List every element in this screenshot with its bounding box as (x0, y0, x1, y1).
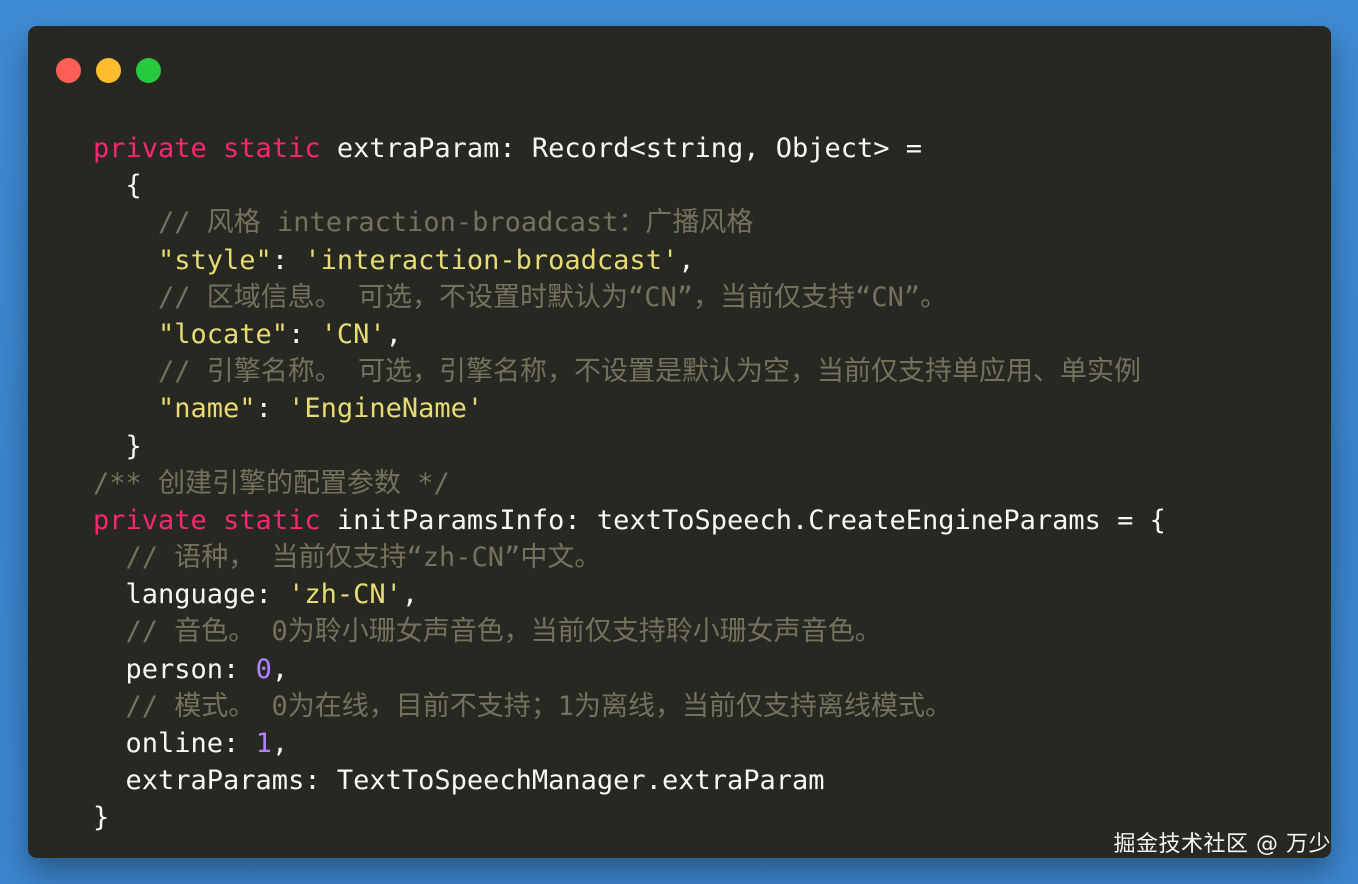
code-line: private static initParamsInfo: textToSpe… (93, 502, 1166, 539)
code-token: "locate" (93, 318, 289, 350)
code-token: : (255, 393, 289, 425)
code-line: "style": 'interaction-broadcast', (93, 242, 1166, 279)
code-token: // 音色。 0为聆小珊女声音色，当前仅支持聆小珊女声音色。 (93, 616, 882, 648)
code-line: // 模式。 0为在线，目前不支持；1为离线，当前仅支持离线模式。 (93, 688, 1166, 725)
code-token: // 区域信息。 可选，不设置时默认为“CN”，当前仅支持“CN”。 (93, 281, 948, 313)
code-token: online: (93, 728, 256, 759)
code-line: // 音色。 0为聆小珊女声音色，当前仅支持聆小珊女声音色。 (93, 613, 1166, 650)
code-token: , (271, 653, 289, 685)
code-line: // 风格 interaction-broadcast：广播风格 (93, 204, 1166, 241)
code-line: online: 1, (93, 725, 1166, 762)
close-button[interactable] (56, 58, 81, 83)
code-line: // 语种， 当前仅支持“zh-CN”中文。 (93, 539, 1166, 576)
code-line: "locate": 'CN', (93, 316, 1166, 353)
code-line: { (93, 167, 1166, 204)
code-token: , (385, 318, 402, 350)
code-line: } (93, 428, 1166, 465)
code-token: static (223, 504, 337, 536)
code-token: 'interaction-broadcast' (304, 244, 679, 276)
maximize-button[interactable] (136, 58, 161, 83)
code-token: } (93, 430, 142, 462)
code-token: /** 创建引擎的配置参数 */ (93, 467, 450, 499)
code-token: , (271, 728, 289, 759)
code-window: private static extraParam: Record<string… (28, 26, 1331, 858)
code-token: private (93, 133, 224, 164)
code-token: extraParams: TextToSpeechManager.extraPa… (93, 765, 825, 797)
code-token: // 语种， 当前仅支持“zh-CN”中文。 (93, 542, 602, 574)
minimize-button[interactable] (96, 58, 121, 83)
code-line: /** 创建引擎的配置参数 */ (93, 465, 1166, 502)
code-token: private (93, 504, 224, 536)
code-token: "name" (93, 393, 256, 425)
code-token: : (271, 244, 305, 276)
code-token: 'CN' (320, 318, 386, 350)
code-token: { (93, 170, 142, 202)
code-token: // 风格 interaction-broadcast：广播风格 (93, 207, 754, 239)
code-block: private static extraParam: Record<string… (93, 130, 1166, 837)
code-line: // 引擎名称。 可选，引擎名称，不设置是默认为空，当前仅支持单应用、单实例 (93, 353, 1166, 390)
code-line: language: 'zh-CN', (93, 576, 1166, 613)
code-token: 'EngineName' (288, 393, 484, 425)
code-token: 0 (255, 653, 272, 685)
code-line: "name": 'EngineName' (93, 390, 1166, 427)
code-token: "style" (93, 244, 272, 276)
code-token: initParamsInfo: textToSpeech.CreateEngin… (336, 504, 1166, 536)
code-token: : (288, 318, 321, 350)
code-token: , (401, 579, 419, 611)
code-line: // 区域信息。 可选，不设置时默认为“CN”，当前仅支持“CN”。 (93, 279, 1166, 316)
code-token: // 引擎名称。 可选，引擎名称，不设置是默认为空，当前仅支持单应用、单实例 (93, 356, 1142, 388)
code-token: , (678, 244, 695, 276)
code-token: static (223, 133, 337, 164)
code-token: 'zh-CN' (288, 579, 402, 611)
code-token: language: (93, 579, 289, 611)
code-token: // 模式。 0为在线，目前不支持；1为离线，当前仅支持离线模式。 (93, 690, 953, 722)
code-line: person: 0, (93, 651, 1166, 688)
code-token: person: (93, 653, 256, 685)
code-line: extraParams: TextToSpeechManager.extraPa… (93, 762, 1166, 799)
code-token: } (93, 802, 110, 834)
code-line: } (93, 799, 1166, 836)
code-token: 1 (255, 728, 272, 759)
code-line: private static extraParam: Record<string… (93, 130, 1166, 167)
code-token: extraParam: Record<string, Object> = (336, 133, 923, 164)
watermark: 掘金技术社区 @ 万少 (1113, 832, 1331, 857)
